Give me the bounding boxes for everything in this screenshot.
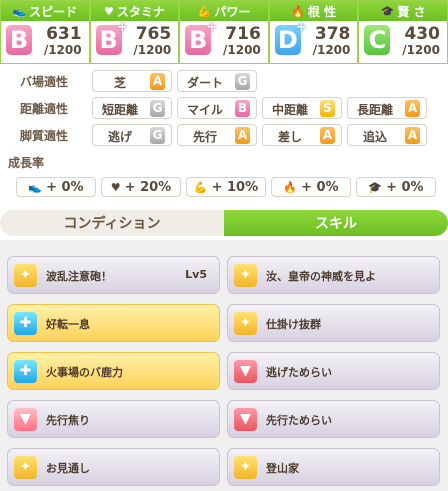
stat-label: スタミナ: [116, 4, 165, 19]
stat-grade: B: [6, 25, 32, 55]
stat-label: 根 性: [307, 4, 337, 19]
aptitude-grade: A: [150, 73, 165, 90]
aptitude-grade: G: [235, 73, 250, 90]
skill-item[interactable]: ✦ 汝、皇帝の神威を見よ: [227, 256, 440, 294]
skill-item[interactable]: ✦ 登山家: [227, 448, 440, 486]
shoe-icon: 👟: [28, 180, 43, 194]
aptitude-grade: A: [405, 127, 420, 144]
skill-level: Lv5: [185, 268, 207, 281]
speed-burst-icon: ✦: [14, 264, 37, 287]
aptitude-track-row: バ場適性 芝 A ダート G: [0, 70, 448, 92]
skill-item[interactable]: ▼ 逃げためらい: [227, 352, 440, 390]
aptitude-label: 脚質適性: [20, 129, 69, 143]
aptitude-mile: マイル B: [177, 97, 257, 119]
aptitude-medium: 中距離 S: [262, 97, 342, 119]
skill-item[interactable]: ✚ 火事場のバ鹿力: [7, 352, 220, 390]
growth-wisdom: 🎓 + 0%: [356, 177, 436, 197]
aptitude-style-row: 脚質適性 逃げ G 先行 A 差し A 追込 A: [0, 124, 448, 146]
skill-item[interactable]: ✚ 好転一息: [7, 304, 220, 342]
stat-guts: 🔥 根 性 D + 378 /1200: [268, 0, 359, 64]
stat-value: 716: [225, 24, 261, 44]
stat-grade: D +: [274, 21, 307, 55]
debuff-icon: ▼: [234, 360, 257, 383]
grade-plus-icon: +: [295, 20, 307, 35]
shoe-icon: 👟: [12, 4, 27, 18]
stat-max: /1200: [312, 43, 351, 57]
skill-item[interactable]: ▼ 先行焦り: [7, 400, 220, 438]
growth-rate-row: 👟 + 0% ♥ + 20% 💪 + 10% 🔥 + 0% 🎓 + 0%: [16, 177, 440, 197]
aptitude-distance-row: 距離適性 短距離 G マイル B 中距離 S 長距離 A: [0, 97, 448, 119]
recovery-icon: ✚: [14, 360, 37, 383]
stats-bar: 👟 スピード B 631 /1200 ♥ スタミナ B + 765 /1200 💪 パワ…: [0, 0, 448, 64]
recovery-icon: ✚: [14, 312, 37, 335]
speed-burst-icon: ✦: [14, 456, 37, 479]
growth-speed: 👟 + 0%: [16, 177, 96, 197]
aptitude-grade: G: [150, 100, 165, 117]
aptitude-long: 長距離 A: [347, 97, 427, 119]
stat-value: 430: [404, 24, 440, 44]
stat-max: /1200: [223, 43, 261, 57]
aptitude-grade: A: [405, 100, 420, 117]
stat-speed: 👟 スピード B 631 /1200: [0, 0, 90, 64]
aptitude-late-surger: 差し A: [262, 124, 342, 146]
skill-item[interactable]: ✦ お見通し: [7, 448, 220, 486]
heart-icon: ♥: [103, 4, 114, 18]
stat-value: 631: [46, 24, 82, 44]
aptitude-pace-chaser: 先行 A: [177, 124, 257, 146]
tab-skill[interactable]: スキル: [224, 210, 448, 236]
aptitude-sprint: 短距離 G: [92, 97, 172, 119]
stat-max: /1200: [402, 43, 440, 57]
aptitude-turf: 芝 A: [92, 70, 172, 92]
skill-item[interactable]: ✦ 波乱注意砲！ Lv5: [7, 256, 220, 294]
skill-item[interactable]: ▼ 先行ためらい: [227, 400, 440, 438]
graduation-cap-icon: 🎓: [368, 180, 383, 194]
muscle-icon: 💪: [197, 4, 212, 18]
aptitude-front-runner: 逃げ G: [92, 124, 172, 146]
debuff-icon: ▼: [14, 408, 37, 431]
stat-label: スピード: [29, 4, 78, 19]
aptitude-grade: A: [235, 127, 250, 144]
growth-rate-title: 成長率: [8, 156, 45, 170]
stat-max: /1200: [43, 43, 82, 57]
stat-max: /1200: [133, 43, 172, 57]
aptitude-grade: B: [235, 100, 250, 117]
stat-stamina: ♥ スタミナ B + 765 /1200: [89, 0, 180, 64]
stat-label: パワー: [214, 4, 251, 19]
debuff-icon: ▼: [234, 408, 257, 431]
grade-plus-icon: +: [206, 20, 218, 35]
skill-item[interactable]: ✦ 仕掛け抜群: [227, 304, 440, 342]
growth-power: 💪 + 10%: [186, 177, 266, 197]
character-detail-screen: 👟 スピード B 631 /1200 ♥ スタミナ B + 765 /1200 💪 パワ…: [0, 0, 448, 491]
stat-grade: C: [364, 25, 391, 55]
growth-stamina: ♥ + 20%: [101, 177, 181, 197]
flame-icon: 🔥: [283, 180, 298, 194]
speed-burst-icon: ✦: [234, 456, 257, 479]
aptitude-label: 距離適性: [20, 102, 69, 116]
aptitude-label: バ場適性: [20, 75, 69, 89]
speed-burst-icon: ✦: [234, 264, 257, 287]
aptitude-grade: S: [320, 100, 335, 117]
aptitude-grade: G: [150, 127, 165, 144]
tab-condition[interactable]: コンディション: [0, 210, 224, 236]
aptitude-grade: A: [320, 127, 335, 144]
heart-icon: ♥: [110, 180, 121, 194]
flame-icon: 🔥: [291, 4, 305, 18]
growth-guts: 🔥 + 0%: [271, 177, 351, 197]
aptitude-dirt: ダート G: [177, 70, 257, 92]
speed-burst-icon: ✦: [234, 312, 257, 335]
skill-list: ✦ 波乱注意砲！ Lv5 ✦ 汝、皇帝の神威を見よ ✚ 好転一息 ✦ 仕掛け抜群…: [0, 240, 448, 491]
stat-power: 💪 パワー B + 716 /1200: [179, 0, 269, 64]
graduation-cap-icon: 🎓: [380, 4, 395, 18]
stat-label: 賢 さ: [397, 4, 426, 19]
aptitude-end-closer: 追込 A: [347, 124, 427, 146]
stat-wisdom: 🎓 賢 さ C 430 /1200: [358, 0, 448, 64]
stat-grade: B +: [185, 21, 217, 55]
stat-value: 378: [314, 24, 351, 44]
muscle-icon: 💪: [193, 180, 208, 194]
stat-value: 765: [135, 24, 172, 44]
stat-grade: B +: [95, 21, 128, 55]
grade-plus-icon: +: [116, 20, 128, 35]
